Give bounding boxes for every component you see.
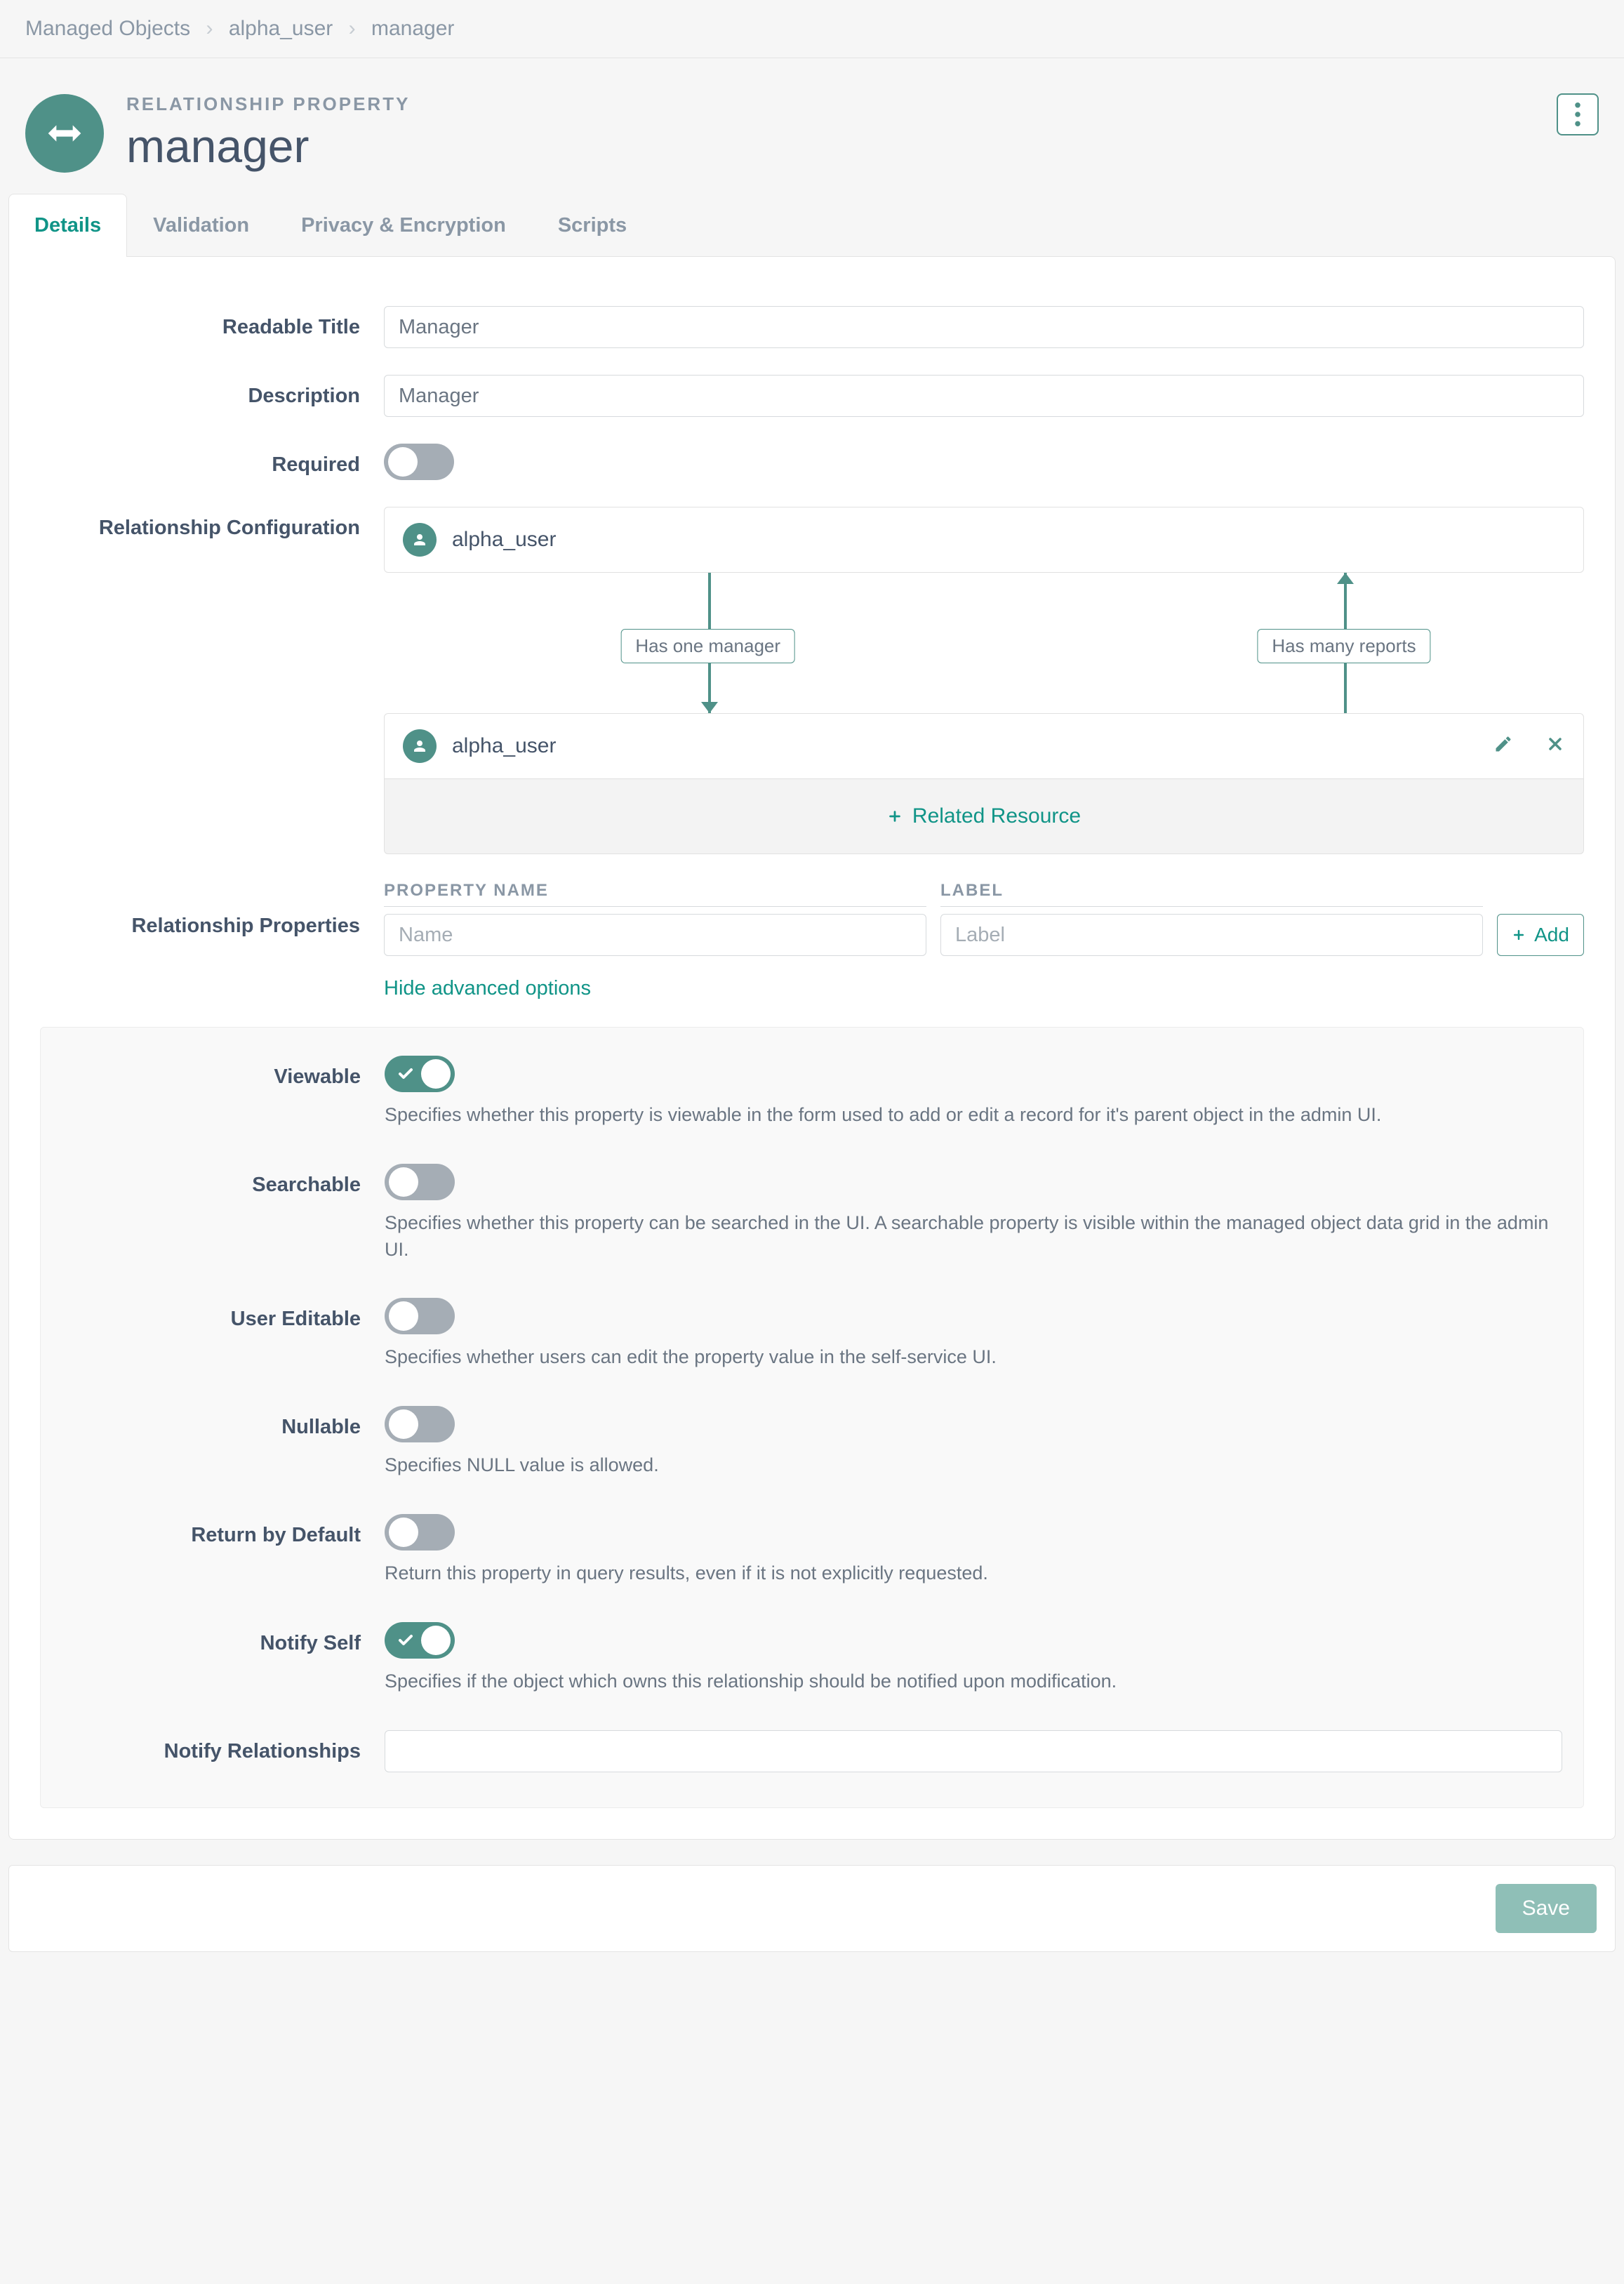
tab-details[interactable]: Details: [8, 194, 127, 257]
edit-icon[interactable]: [1493, 734, 1513, 759]
has-many-label: Has many reports: [1257, 629, 1430, 663]
has-one-label: Has one manager: [620, 629, 795, 663]
label-return-default: Return by Default: [62, 1514, 385, 1547]
label-relationship-properties: Relationship Properties: [40, 881, 384, 938]
help-viewable: Specifies whether this property is viewa…: [385, 1102, 1562, 1129]
add-related-resource-button[interactable]: Related Resource: [384, 779, 1584, 854]
help-user-editable: Specifies whether users can edit the pro…: [385, 1344, 1562, 1371]
relationship-source-name: alpha_user: [452, 528, 556, 552]
page-title: manager: [126, 119, 410, 173]
label-required: Required: [40, 444, 384, 477]
viewable-toggle[interactable]: [385, 1056, 455, 1092]
user-icon: [403, 523, 437, 557]
searchable-toggle[interactable]: [385, 1164, 455, 1200]
page-header: RELATIONSHIP PROPERTY manager: [0, 58, 1624, 194]
relprop-name-header: PROPERTY NAME: [384, 881, 926, 907]
breadcrumb-root[interactable]: Managed Objects: [25, 17, 190, 40]
label-user-editable: User Editable: [62, 1298, 385, 1331]
relationship-icon: [25, 94, 104, 173]
help-nullable: Specifies NULL value is allowed.: [385, 1452, 1562, 1479]
chevron-right-icon: ›: [349, 17, 356, 40]
details-panel: Readable Title Description Required Rela…: [8, 256, 1616, 1840]
breadcrumb-mid[interactable]: alpha_user: [229, 17, 333, 40]
notify-relationships-input[interactable]: [385, 1730, 1562, 1772]
label-relationship-config: Relationship Configuration: [40, 507, 384, 540]
label-nullable: Nullable: [62, 1406, 385, 1439]
label-readable-title: Readable Title: [40, 306, 384, 339]
help-return-default: Return this property in query results, e…: [385, 1560, 1562, 1587]
toggle-advanced-link[interactable]: Hide advanced options: [384, 977, 591, 1000]
required-toggle[interactable]: [384, 444, 454, 480]
header-eyebrow: RELATIONSHIP PROPERTY: [126, 93, 410, 115]
relprop-add-label: Add: [1534, 924, 1569, 946]
label-viewable: Viewable: [62, 1056, 385, 1089]
footer-bar: Save: [8, 1865, 1616, 1952]
relprop-label-header: LABEL: [940, 881, 1483, 907]
tab-validation[interactable]: Validation: [127, 194, 275, 257]
notify-self-toggle[interactable]: [385, 1622, 455, 1659]
nullable-toggle[interactable]: [385, 1406, 455, 1442]
label-searchable: Searchable: [62, 1164, 385, 1197]
add-related-resource-label: Related Resource: [912, 804, 1081, 828]
close-icon[interactable]: [1545, 734, 1565, 759]
description-input[interactable]: [384, 375, 1584, 417]
help-searchable: Specifies whether this property can be s…: [385, 1210, 1562, 1263]
relprop-name-input[interactable]: [384, 914, 926, 956]
user-editable-toggle[interactable]: [385, 1298, 455, 1334]
chevron-right-icon: ›: [206, 17, 213, 40]
relationship-arrows: Has one manager Has many reports: [384, 573, 1584, 713]
relationship-target-name: alpha_user: [452, 734, 556, 758]
more-actions-button[interactable]: [1557, 93, 1599, 135]
label-description: Description: [40, 375, 384, 408]
label-notify-self: Notify Self: [62, 1622, 385, 1655]
tabs: Details Validation Privacy & Encryption …: [8, 194, 1616, 256]
relationship-target-box: alpha_user: [385, 714, 1583, 778]
readable-title-input[interactable]: [384, 306, 1584, 348]
check-icon: [397, 1631, 414, 1654]
advanced-options: Viewable Specifies whether this property…: [40, 1027, 1584, 1808]
help-notify-self: Specifies if the object which owns this …: [385, 1668, 1562, 1695]
breadcrumb: Managed Objects › alpha_user › manager: [0, 0, 1624, 58]
relprop-add-button[interactable]: Add: [1497, 914, 1584, 956]
relprop-label-input[interactable]: [940, 914, 1483, 956]
check-icon: [397, 1065, 414, 1087]
tab-scripts[interactable]: Scripts: [532, 194, 653, 257]
breadcrumb-leaf: manager: [371, 17, 454, 40]
save-button[interactable]: Save: [1496, 1884, 1597, 1933]
label-notify-relationships: Notify Relationships: [62, 1730, 385, 1763]
relationship-source-box: alpha_user: [384, 507, 1584, 573]
user-icon: [403, 729, 437, 763]
return-default-toggle[interactable]: [385, 1514, 455, 1551]
tab-privacy-encryption[interactable]: Privacy & Encryption: [275, 194, 532, 257]
